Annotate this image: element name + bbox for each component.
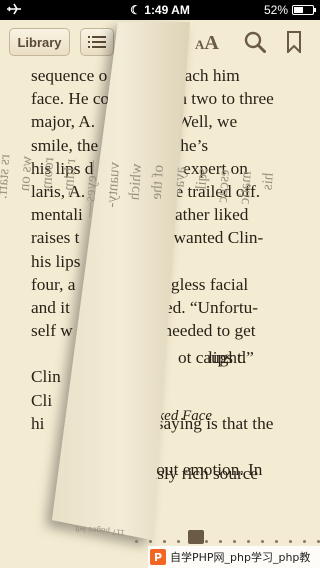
do-not-disturb-icon: ☾ — [130, 3, 141, 17]
text-line: laris, A. ice trailed off. — [31, 181, 261, 201]
font-size-button[interactable]: AA — [195, 32, 219, 55]
text-line: raises t e wanted Clin- — [31, 228, 264, 248]
watermark-text: 自学PHP网_php学习_php教 — [170, 551, 311, 564]
text-line: major, A. “Well, we — [31, 112, 238, 132]
text-line: Clin — [31, 367, 61, 387]
pages-left-label: 117 pages left — [74, 524, 125, 537]
status-bar: ☾ 1:49 AM 52% — [0, 0, 320, 20]
page-position-marker[interactable] — [188, 530, 204, 544]
airplane-mode-icon — [6, 3, 22, 18]
text-fragment: ously rich source — [140, 464, 259, 483]
bookmark-icon[interactable] — [286, 31, 302, 53]
text-line: self w needed to get — [31, 321, 256, 341]
battery-percentage: 52% — [263, 3, 288, 17]
search-icon[interactable] — [244, 31, 266, 53]
text-line: his lips — [31, 251, 167, 271]
text-fragment: ot caught.” — [178, 348, 254, 367]
text-line — [31, 435, 316, 458]
text-line: his lips d an expert on — [31, 158, 248, 178]
curl-text-line: rs staff. — [0, 154, 13, 200]
reader-toolbar: Library AA — [0, 20, 320, 64]
list-icon — [88, 36, 106, 48]
status-time: 1:49 AM — [144, 3, 190, 17]
library-button[interactable]: Library — [9, 28, 70, 56]
table-of-contents-button[interactable] — [80, 28, 114, 56]
watermark: P 自学PHP网_php学习_php教 — [148, 546, 320, 568]
text-line: and it ged. “Unfortu- — [31, 297, 259, 317]
text-line — [31, 342, 316, 365]
text-line: face. He co on two to three — [31, 89, 274, 109]
text-line: four, a ingless facial — [31, 274, 249, 294]
text-line: mentali rather liked — [31, 205, 249, 225]
text-line: smile, the d he’s — [31, 135, 209, 155]
battery-icon — [292, 5, 316, 15]
watermark-logo: P — [150, 549, 166, 565]
text-fragment: aked Face — [150, 408, 213, 424]
text-line: sequence o teach him — [31, 66, 240, 85]
